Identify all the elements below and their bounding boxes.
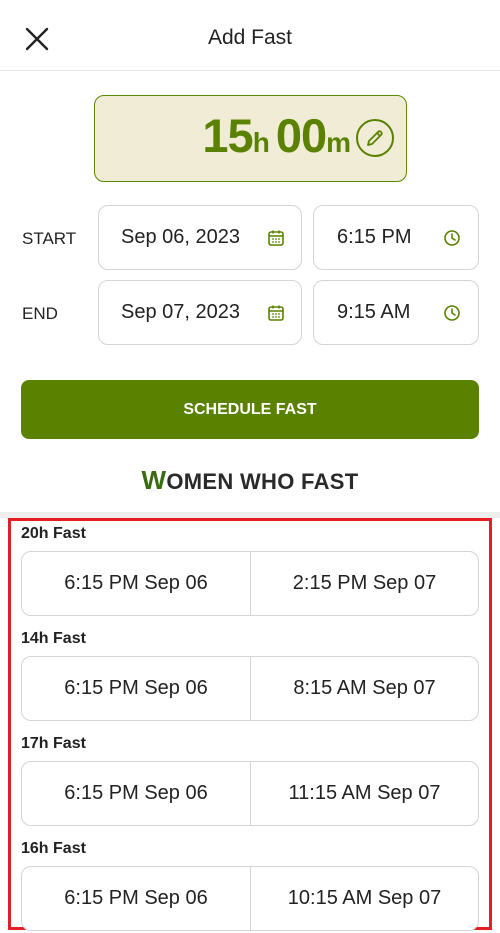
duration-display: 15h 00m [94,95,407,182]
brand-logo: WOMEN WHO FAST [0,465,500,496]
pencil-icon[interactable] [356,119,394,157]
preset-end-time[interactable]: 2:15 PM Sep 07 [250,552,478,615]
preset-end-time[interactable]: 10:15 AM Sep 07 [250,867,478,930]
preset-label: 20h Fast [21,525,86,542]
preset-label: 16h Fast [21,840,86,857]
duration-minutes: 00 [275,109,327,162]
duration-hours-unit: h [252,127,270,158]
preset-end-time[interactable]: 11:15 AM Sep 07 [250,762,478,825]
preset-label: 14h Fast [21,630,86,647]
page-title: Add Fast [207,26,293,49]
preset-label: 17h Fast [21,735,86,752]
preset-card: 6:15 PM Sep 06 11:15 AM Sep 07 [21,761,479,826]
duration-hours: 15 [202,109,253,162]
preset-card: 6:15 PM Sep 06 10:15 AM Sep 07 [21,866,479,931]
end-date-field[interactable]: Sep 07, 2023 [98,280,302,345]
calendar-icon [267,229,285,247]
brand-logo-text: OMEN WHO FAST [166,469,359,494]
brand-logo-initial: W [141,465,167,495]
calendar-icon [267,304,285,322]
duration-minutes-unit: m [326,127,351,158]
start-label: START [22,229,77,248]
clock-icon [443,229,461,247]
end-time-value: 9:15 AM [337,301,411,323]
preset-card: 6:15 PM Sep 06 2:15 PM Sep 07 [21,551,479,616]
preset-end-time[interactable]: 8:15 AM Sep 07 [250,657,478,720]
preset-start-time[interactable]: 6:15 PM Sep 06 [22,657,250,720]
preset-start-time[interactable]: 6:15 PM Sep 06 [22,867,250,930]
duration-value: 15h 00m [95,108,357,163]
end-date-value: Sep 07, 2023 [121,301,240,323]
header-bar: Add Fast [0,0,500,71]
start-date-field[interactable]: Sep 06, 2023 [98,205,302,270]
end-label: END [22,304,58,323]
start-time-field[interactable]: 6:15 PM [313,205,479,270]
preset-start-time[interactable]: 6:15 PM Sep 06 [22,552,250,615]
start-time-value: 6:15 PM [337,226,412,248]
preset-start-time[interactable]: 6:15 PM Sep 06 [22,762,250,825]
clock-icon [443,304,461,322]
end-time-field[interactable]: 9:15 AM [313,280,479,345]
preset-card: 6:15 PM Sep 06 8:15 AM Sep 07 [21,656,479,721]
start-date-value: Sep 06, 2023 [121,226,240,248]
schedule-fast-button[interactable]: SCHEDULE FAST [21,380,479,439]
